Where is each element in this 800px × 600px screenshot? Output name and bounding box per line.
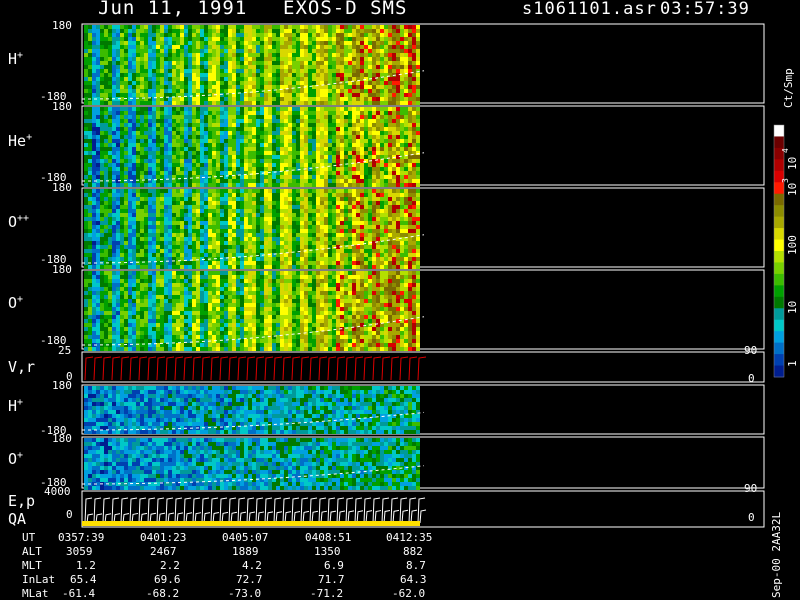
colorbar-segment <box>774 342 784 355</box>
ut-5: 0412:35 <box>386 531 433 544</box>
panel-label-vr: V,r <box>8 358 36 376</box>
spectrogram-cells <box>84 189 420 269</box>
colorbar-label-1: 1 <box>786 360 799 367</box>
alt-5: 882 <box>403 545 423 558</box>
alt-2: 2467 <box>150 545 177 558</box>
colorbar-segment <box>774 308 784 321</box>
colorbar-label-10: 10 <box>786 300 799 314</box>
colorbar-label-100: 100 <box>786 235 799 255</box>
colorbar-segment <box>774 228 784 241</box>
colorbar-segment <box>774 159 784 172</box>
spectrogram-cells <box>84 271 420 351</box>
colorbar-segment <box>774 136 784 149</box>
mlat-2: -68.2 <box>146 587 180 600</box>
tick-p3-max: 180 <box>52 181 72 194</box>
mlat-5: -62.0 <box>392 587 426 600</box>
footer-label-mlt: MLT <box>22 559 42 572</box>
mlat-3: -73.0 <box>228 587 262 600</box>
panel-label-h-plus-2: H+ <box>8 397 24 415</box>
ut-1: 0357:39 <box>58 531 105 544</box>
inlat-5: 64.3 <box>400 573 427 586</box>
colorbar-segment <box>774 296 784 309</box>
footer-label-inlat: InLat <box>22 573 56 586</box>
mlt-4: 6.9 <box>324 559 344 572</box>
tick-p5-max: 25 <box>58 344 72 357</box>
footer-label-alt: ALT <box>22 545 42 558</box>
alt-3: 1889 <box>232 545 259 558</box>
mlt-3: 4.2 <box>242 559 262 572</box>
ut-3: 0405:07 <box>222 531 269 544</box>
panel-label-o-plus: O+ <box>8 294 24 312</box>
tick-p1-max: 180 <box>52 19 72 32</box>
tick-p4-max: 180 <box>52 263 72 276</box>
tick-p6-max: 180 <box>52 379 72 392</box>
right-tick-vr-bot: 0 <box>748 372 755 385</box>
colorbar-segment <box>774 239 784 252</box>
panel-label-o-plus-2: O+ <box>8 450 24 468</box>
spectrogram-cells <box>84 438 420 490</box>
tick-p8-min: 0 <box>66 508 73 521</box>
panel-label-qa: QA <box>8 510 27 528</box>
ut-4: 0408:51 <box>305 531 352 544</box>
version-stamp: Sep-00 2AA32L <box>770 511 783 598</box>
qa-bar <box>82 521 420 526</box>
colorbar-segment <box>774 331 784 344</box>
footer-label-mlat: MLat <box>22 587 49 600</box>
colorbar-segment <box>774 216 784 229</box>
colorbar-segment <box>774 285 784 298</box>
colorbar-segment <box>774 193 784 206</box>
inlat-3: 72.7 <box>236 573 263 586</box>
inlat-2: 69.6 <box>154 573 181 586</box>
spectrogram-cells <box>84 25 420 105</box>
colorbar-label-1e3-exp: 3 <box>781 178 790 183</box>
right-tick-vr-top: 90 <box>744 344 758 357</box>
footer-label-ut: UT <box>22 531 36 544</box>
spectrogram-cells <box>84 386 420 434</box>
colorbar-label-1e4-exp: 4 <box>781 148 790 153</box>
colorbar-segment <box>774 262 784 275</box>
panel-label-o-plusplus: O++ <box>8 213 30 231</box>
colorbar-segment <box>774 319 784 332</box>
inlat-4: 71.7 <box>318 573 345 586</box>
colorbar-label-1e3-base: 10 <box>786 182 799 196</box>
colorbar-segment <box>774 182 784 195</box>
panel-label-ep: E,p <box>8 492 36 510</box>
alt-1: 3059 <box>66 545 93 558</box>
mlt-5: 8.7 <box>406 559 426 572</box>
colorbar-label-1e4-base: 10 <box>786 156 799 170</box>
colorbar-segment <box>774 354 784 367</box>
mlat-4: -71.2 <box>310 587 344 600</box>
tick-p8-max: 4000 <box>44 485 71 498</box>
mlt-1: 1.2 <box>76 559 96 572</box>
panel-label-h-plus: H+ <box>8 50 24 68</box>
right-tick-ep-top: 90 <box>744 482 758 495</box>
colorbar-segment <box>774 251 784 263</box>
alt-4: 1350 <box>314 545 341 558</box>
colorbar-segment <box>774 365 784 378</box>
colorbar-unit: Ct/Smp <box>782 68 795 108</box>
colorbar-segment <box>774 125 784 137</box>
spectrogram-cells <box>84 107 420 187</box>
mlat-1: -61.4 <box>62 587 96 600</box>
mlt-2: 2.2 <box>160 559 180 572</box>
tick-p7-max: 180 <box>52 432 72 445</box>
right-tick-ep-bot: 0 <box>748 511 755 524</box>
ut-2: 0401:23 <box>140 531 187 544</box>
colorbar-segment <box>774 205 784 218</box>
panel-label-he-plus: He+ <box>8 132 33 150</box>
tick-p2-max: 180 <box>52 100 72 113</box>
spectrogram-plot <box>81 23 785 528</box>
colorbar-segment <box>774 273 784 286</box>
inlat-1: 65.4 <box>70 573 97 586</box>
